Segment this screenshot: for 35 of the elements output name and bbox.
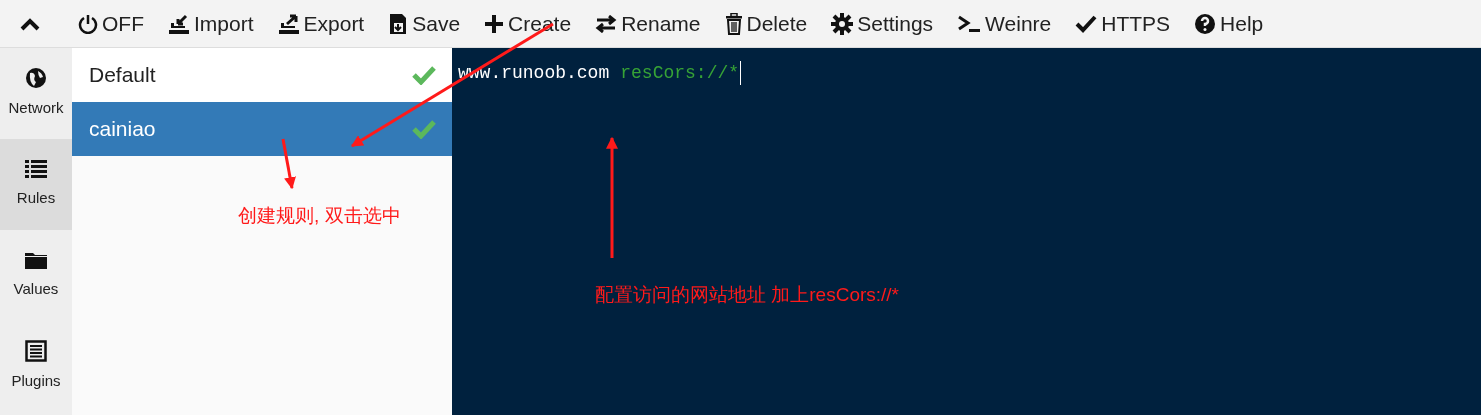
toolbar-button[interactable]: OFF [66,0,156,48]
arrow [281,138,296,190]
text-cursor [740,61,742,85]
toolbar-button[interactable]: Save [376,0,473,48]
toolbar-button[interactable]: HTTPS [1063,0,1183,48]
sidebar-tab[interactable]: Rules [0,139,72,230]
globe-icon [25,67,47,90]
rule-item[interactable]: cainiao [72,102,452,156]
trash-icon [724,12,743,35]
checkmark-icon [1075,14,1098,33]
list-icon [25,159,47,180]
folder-icon [24,250,48,271]
annotation-text: 创建规则, 双击选中 [238,204,401,228]
code-keyword: resCors://* [620,61,740,85]
gear-icon [831,12,854,35]
document-list-icon [25,340,47,363]
help-icon [1194,12,1217,35]
export-icon [277,12,300,35]
annotation-text: 配置访问的网站地址 加上resCors://* [595,283,900,307]
toolbar-button[interactable]: Export [265,0,377,48]
save-icon [388,12,409,35]
toolbar-button[interactable]: Rename [583,0,713,48]
terminal-icon [957,14,982,33]
toolbar-button[interactable]: Delete [712,0,820,48]
toolbar-button[interactable]: Weinre [945,0,1064,48]
toolbar-button[interactable]: Import [156,0,266,48]
power-icon [78,13,98,34]
toolbar-button[interactable]: Create [472,0,584,48]
chevron-up-icon [20,16,40,31]
toolbar-button[interactable]: Settings [819,0,946,48]
toolbar-button[interactable]: Help [1182,0,1276,48]
swap-arrows-icon [595,14,618,33]
import-icon [168,12,190,35]
rule-item[interactable]: Default [72,48,452,102]
plus-icon [484,13,505,34]
